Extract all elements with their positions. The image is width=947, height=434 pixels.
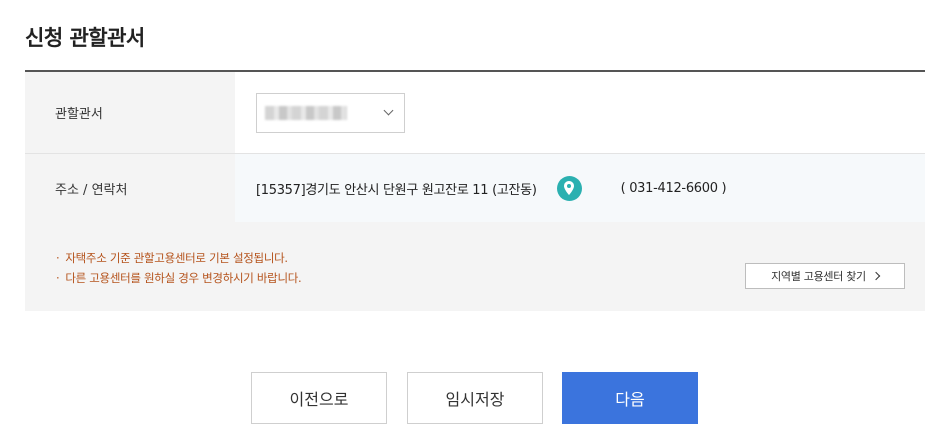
page-title: 신청 관할관서 xyxy=(25,26,145,50)
address-row: 주소 / 연락처 [15357]경기도 안산시 단원구 원고잔로 11 (고잔동… xyxy=(25,154,925,223)
address-cell: [15357]경기도 안산시 단원구 원고잔로 11 (고잔동) ( 031-4… xyxy=(235,154,925,222)
find-center-button[interactable]: 지역별 고용센터 찾기 xyxy=(745,263,905,289)
office-cell xyxy=(235,72,925,153)
address-text: [15357]경기도 안산시 단원구 원고잔로 11 (고잔동) xyxy=(256,182,537,198)
office-label: 관할관서 xyxy=(25,72,235,153)
prev-button[interactable]: 이전으로 xyxy=(251,372,387,424)
notice-item: · 자택주소 기준 관할고용센터로 기본 설정됩니다. xyxy=(56,248,301,268)
notice-item: · 다른 고용센터를 원하실 경우 변경하시기 바랍니다. xyxy=(56,268,302,288)
next-button[interactable]: 다음 xyxy=(562,372,698,424)
temp-save-button[interactable]: 임시저장 xyxy=(407,372,543,424)
address-label: 주소 / 연락처 xyxy=(25,154,235,222)
office-form-table: 관할관서 주소 / 연락처 [15357]경기도 안산시 단원구 원고잔로 11… xyxy=(25,70,925,223)
chevron-down-icon xyxy=(383,105,394,116)
office-select[interactable] xyxy=(256,92,405,133)
notice-list: · 자택주소 기준 관할고용센터로 기본 설정됩니다. · 다른 고용센터를 원하실… xyxy=(56,248,302,288)
office-select-value xyxy=(265,105,347,120)
notice-box: · 자택주소 기준 관할고용센터로 기본 설정됩니다. · 다른 고용센터를 원하실… xyxy=(25,222,925,311)
find-center-label: 지역별 고용센터 찾기 xyxy=(771,270,866,283)
office-row: 관할관서 xyxy=(25,72,925,154)
notice-text: 다른 고용센터를 원하실 경우 변경하시기 바랍니다. xyxy=(65,271,302,285)
phone-text: ( 031-412-6600 ) xyxy=(620,180,727,196)
bullet: · xyxy=(56,271,60,285)
bullet: · xyxy=(56,251,60,265)
map-pin-icon[interactable] xyxy=(556,175,582,201)
chevron-right-icon xyxy=(871,271,881,281)
notice-text: 자택주소 기준 관할고용센터로 기본 설정됩니다. xyxy=(65,251,288,265)
